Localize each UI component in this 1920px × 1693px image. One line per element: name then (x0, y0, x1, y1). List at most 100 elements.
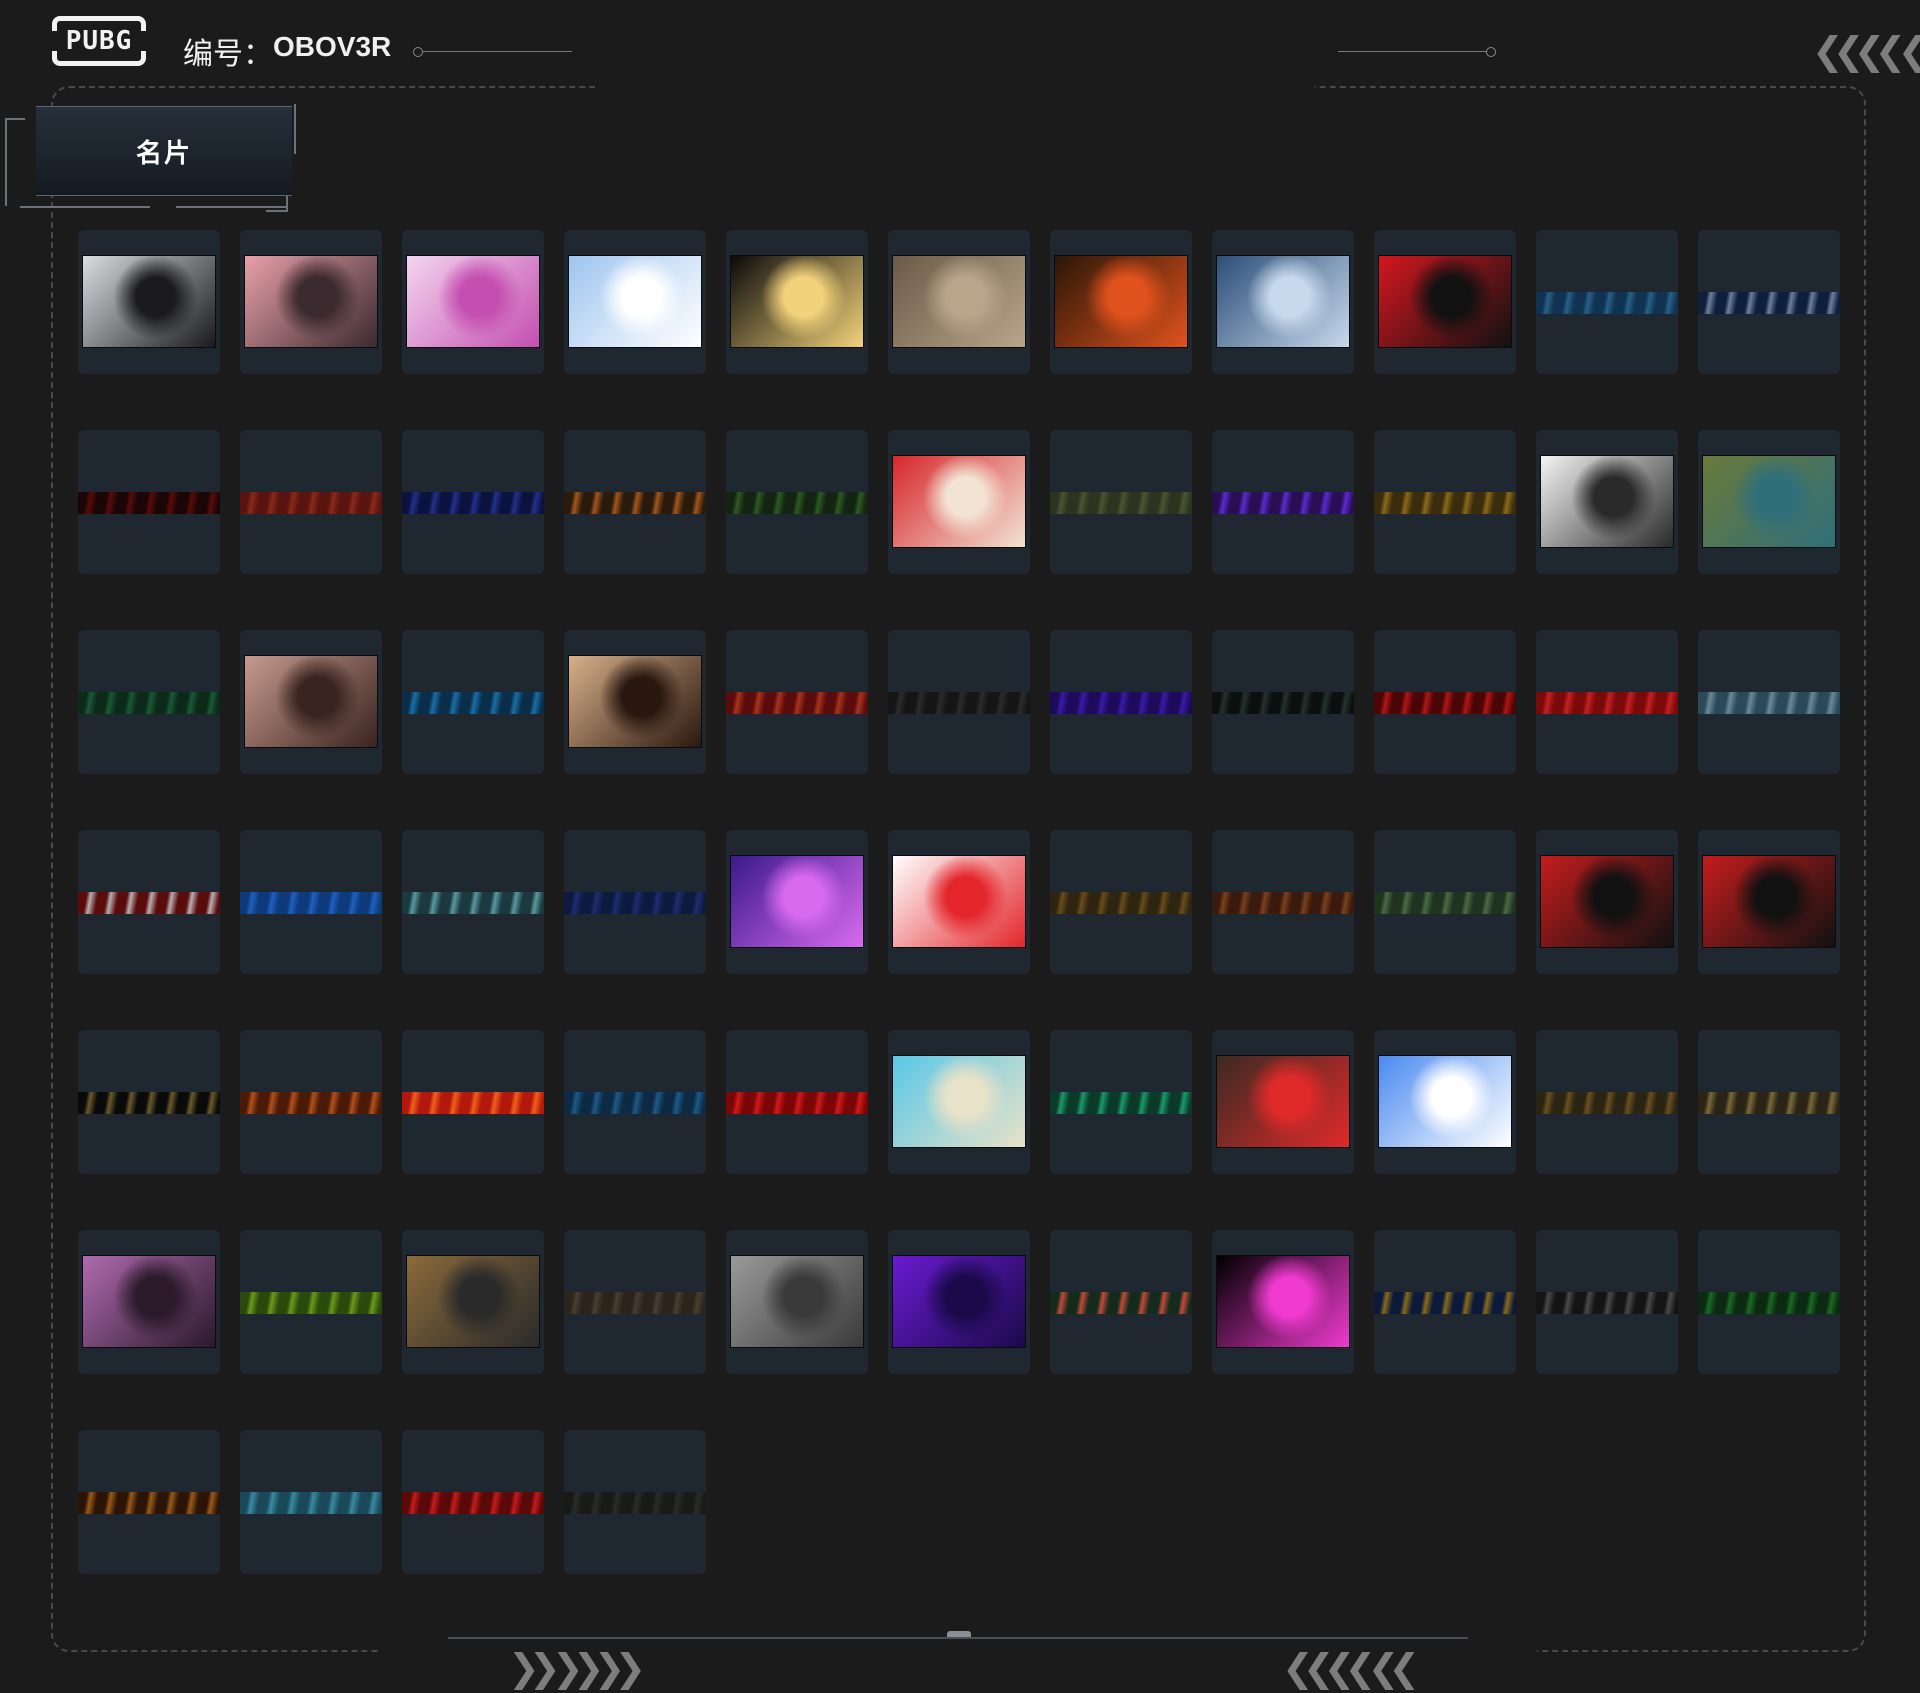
name-card[interactable] (240, 230, 382, 374)
name-card[interactable] (1698, 630, 1840, 774)
name-card[interactable] (402, 1230, 544, 1374)
name-card[interactable] (402, 230, 544, 374)
name-card[interactable] (888, 630, 1030, 774)
name-card[interactable] (402, 1430, 544, 1574)
name-card[interactable] (888, 1230, 1030, 1374)
name-card[interactable] (726, 630, 868, 774)
card-pattern-strip (402, 892, 544, 914)
name-card[interactable] (240, 630, 382, 774)
tab-name-cards-label: 名片 (135, 138, 192, 169)
name-card[interactable] (726, 1230, 868, 1374)
name-card[interactable] (726, 230, 868, 374)
seagull-icon (892, 1055, 1026, 1148)
name-card[interactable] (78, 630, 220, 774)
name-card[interactable] (1698, 230, 1840, 374)
name-card[interactable] (78, 830, 220, 974)
name-card[interactable] (1698, 830, 1840, 974)
name-card[interactable] (1698, 1030, 1840, 1174)
card-pattern-strip (1698, 692, 1840, 714)
name-card[interactable] (240, 1230, 382, 1374)
name-card[interactable] (1212, 1030, 1354, 1174)
name-card[interactable] (888, 230, 1030, 374)
name-card[interactable] (1212, 830, 1354, 974)
card-pattern-strip (1212, 492, 1354, 514)
card-pattern-strip (1536, 1292, 1678, 1314)
name-card[interactable] (1050, 1230, 1192, 1374)
name-card[interactable] (1698, 430, 1840, 574)
name-card[interactable] (1374, 630, 1516, 774)
name-card[interactable] (240, 1430, 382, 1574)
glowing-fruit-icon (1054, 255, 1188, 348)
name-card[interactable] (564, 830, 706, 974)
card-pattern-strip (1374, 892, 1516, 914)
name-card[interactable] (78, 1030, 220, 1174)
name-card[interactable] (1374, 1030, 1516, 1174)
name-card[interactable] (888, 830, 1030, 974)
card-pattern-strip (1536, 1092, 1678, 1114)
name-card[interactable] (240, 1030, 382, 1174)
frog-warrior-icon (1702, 455, 1836, 548)
hooded-figure-icon (892, 1255, 1026, 1348)
name-card[interactable] (1536, 430, 1678, 574)
name-card[interactable] (1050, 1030, 1192, 1174)
pubg-logo: PUBG (51, 16, 147, 66)
name-card[interactable] (78, 1430, 220, 1574)
card-pattern-strip (1050, 1092, 1192, 1114)
name-card[interactable] (402, 430, 544, 574)
scrollbar-thumb[interactable] (947, 1631, 971, 1637)
name-card[interactable] (1374, 830, 1516, 974)
card-pattern-strip (1374, 492, 1516, 514)
name-card[interactable] (1050, 830, 1192, 974)
girl-portrait-icon (82, 255, 216, 348)
card-pattern-strip (564, 1492, 706, 1514)
name-card[interactable] (240, 430, 382, 574)
name-card[interactable] (78, 430, 220, 574)
name-card[interactable] (1536, 830, 1678, 974)
name-card[interactable] (1212, 230, 1354, 374)
scrollbar-track[interactable] (448, 1637, 1468, 1639)
name-card[interactable] (1050, 630, 1192, 774)
card-pattern-strip (78, 692, 220, 714)
name-card[interactable] (888, 1030, 1030, 1174)
card-pattern-strip (1374, 1292, 1516, 1314)
name-card[interactable] (1536, 630, 1678, 774)
name-card[interactable] (1374, 430, 1516, 574)
footer-left-chevrons-icon: ❯❯ ❯❯❯❯ (508, 1646, 646, 1690)
name-card[interactable] (564, 630, 706, 774)
card-pattern-strip (726, 492, 868, 514)
name-card[interactable] (78, 230, 220, 374)
name-card[interactable] (564, 1030, 706, 1174)
card-pattern-strip (78, 892, 220, 914)
name-card[interactable] (402, 630, 544, 774)
name-card[interactable] (564, 1430, 706, 1574)
equalizer-icon (1216, 1255, 1350, 1348)
name-card[interactable] (1050, 230, 1192, 374)
name-card[interactable] (564, 230, 706, 374)
name-card[interactable] (402, 1030, 544, 1174)
name-card[interactable] (564, 430, 706, 574)
name-card[interactable] (78, 1230, 220, 1374)
name-card[interactable] (726, 1030, 868, 1174)
good-luck-wolf-icon (1702, 855, 1836, 948)
name-card[interactable] (1050, 430, 1192, 574)
name-card[interactable] (564, 1230, 706, 1374)
card-pattern-strip (240, 492, 382, 514)
name-card[interactable] (1536, 1230, 1678, 1374)
name-card[interactable] (1374, 230, 1516, 374)
name-card[interactable] (726, 830, 868, 974)
name-card[interactable] (1212, 430, 1354, 574)
name-card[interactable] (402, 830, 544, 974)
name-card[interactable] (1212, 630, 1354, 774)
sketch-man-gun-icon (1540, 455, 1674, 548)
tab-name-cards[interactable]: 名片 (36, 106, 292, 196)
name-card[interactable] (1536, 230, 1678, 374)
name-card[interactable] (1698, 1230, 1840, 1374)
header-line-dot-right (1486, 47, 1496, 57)
name-card[interactable] (1536, 1030, 1678, 1174)
name-card[interactable] (1374, 1230, 1516, 1374)
name-card[interactable] (726, 430, 868, 574)
name-card[interactable] (1212, 1230, 1354, 1374)
name-card[interactable] (888, 430, 1030, 574)
name-card[interactable] (240, 830, 382, 974)
card-pattern-strip (1050, 692, 1192, 714)
